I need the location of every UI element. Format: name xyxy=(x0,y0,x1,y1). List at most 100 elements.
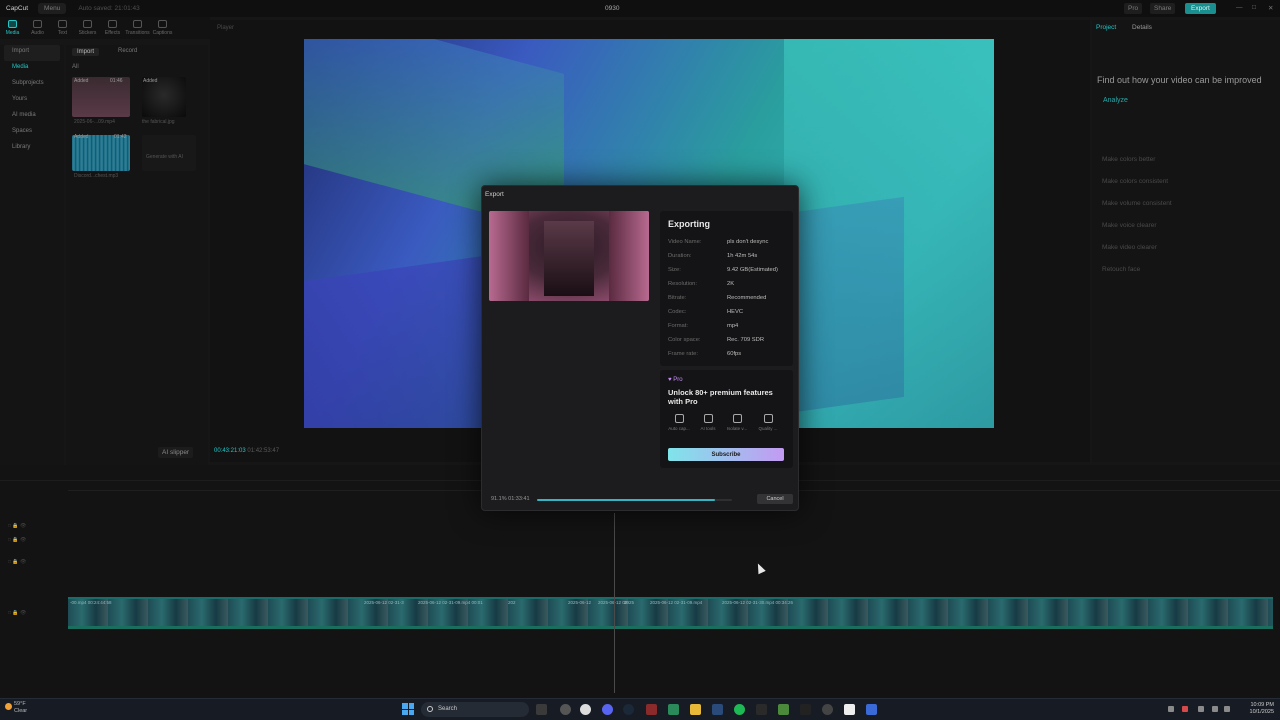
weather-widget[interactable]: 59°F Clear xyxy=(14,701,27,715)
app-icon[interactable] xyxy=(668,704,679,715)
duration: 01:46 xyxy=(110,78,123,84)
weather-icon[interactable] xyxy=(5,703,12,710)
filter-all[interactable]: All xyxy=(72,64,79,70)
project-title: 0930 xyxy=(605,5,620,12)
added-badge: Added xyxy=(74,78,89,84)
tray-app-icon[interactable] xyxy=(1198,706,1204,712)
pro-heading: Unlock 80+ premium features with Pro xyxy=(668,388,773,406)
taskbar-search[interactable]: Search xyxy=(421,702,529,717)
wifi-icon[interactable] xyxy=(1212,706,1218,712)
track-controls[interactable]: □ 🔒 👁 xyxy=(8,559,26,565)
auto-captions-icon xyxy=(674,414,684,423)
app-icon[interactable] xyxy=(646,704,657,715)
tray-app-icon[interactable] xyxy=(1182,706,1188,712)
chrome-icon[interactable] xyxy=(580,704,591,715)
video-track[interactable]: -00.mp4 00:24:44:58 2025-06-12 02-31-3 2… xyxy=(68,597,1273,629)
clip-label: 2025 xyxy=(624,600,635,605)
close-icon[interactable]: ✕ xyxy=(1268,4,1273,12)
feature-quality[interactable]: Quality ... xyxy=(755,414,781,431)
progress-fill xyxy=(537,499,715,501)
added-badge: Added xyxy=(74,134,89,140)
temperature: 59°F xyxy=(14,701,26,707)
audio-thumb[interactable] xyxy=(72,135,130,171)
nav-ai-media[interactable]: AI media xyxy=(4,109,60,125)
tab-effects[interactable]: Effects xyxy=(100,17,125,39)
share-button[interactable]: Share xyxy=(1150,3,1176,14)
task-view-icon[interactable] xyxy=(536,704,547,715)
pro-button[interactable]: Pro xyxy=(1124,3,1143,14)
export-button[interactable]: Export xyxy=(1185,3,1216,14)
tab-label: Stickers xyxy=(78,30,97,36)
media-panel: Import Record All Added 01:46 2025-06-..… xyxy=(66,45,208,465)
generate-ai-tile[interactable] xyxy=(142,135,196,171)
tab-details[interactable]: Details xyxy=(1132,24,1152,31)
playhead[interactable] xyxy=(614,513,615,693)
feature-auto-captions[interactable]: Auto cap... xyxy=(666,414,692,431)
nav-yours[interactable]: Yours xyxy=(4,93,60,109)
ai-slipper-button[interactable]: AI slipper xyxy=(158,447,194,458)
improve-item[interactable]: Make colors consistent xyxy=(1102,178,1272,185)
analyze-button[interactable]: Analyze xyxy=(1103,97,1128,104)
minimize-icon[interactable]: — xyxy=(1236,4,1243,11)
capcut-icon[interactable] xyxy=(844,704,855,715)
nav-library[interactable]: Library xyxy=(4,141,60,157)
tab-label: Captions xyxy=(152,30,173,36)
info-value: 9.42 GB(Estimated) xyxy=(727,267,778,273)
tab-label: Transitions xyxy=(125,30,150,36)
minecraft-icon[interactable] xyxy=(778,704,789,715)
import-button[interactable]: Import xyxy=(72,48,100,56)
app-icon[interactable] xyxy=(800,704,811,715)
tab-audio[interactable]: Audio xyxy=(25,17,50,39)
track-controls[interactable]: □ 🔒 👁 xyxy=(8,537,26,543)
nav-subprojects[interactable]: Subprojects xyxy=(4,77,60,93)
info-key: Frame rate: xyxy=(668,351,698,357)
nav-media[interactable]: Media xyxy=(4,61,60,77)
tab-media[interactable]: Media xyxy=(0,17,25,39)
right-panel: Project Details Find out how your video … xyxy=(1092,20,1280,462)
menu-button[interactable]: Menu xyxy=(38,3,67,14)
feature-label: Isolate v... xyxy=(726,426,748,431)
clock-date: 10/1/2025 xyxy=(1249,709,1274,715)
taskbar-clock[interactable]: 10:09 PM 10/1/2025 xyxy=(1238,702,1274,716)
app-icon[interactable] xyxy=(822,704,833,715)
cancel-button[interactable]: Cancel xyxy=(757,494,793,504)
export-preview-thumbnail xyxy=(489,211,649,301)
volume-icon[interactable] xyxy=(1224,706,1230,712)
app-icon[interactable] xyxy=(756,704,767,715)
improve-item[interactable]: Make volume consistent xyxy=(1102,200,1272,207)
media-caption: 2025-06-...09.mp4 xyxy=(74,119,115,125)
current-time: 00:43:21:03 xyxy=(214,448,246,454)
track-controls[interactable]: □ 🔒 👁 xyxy=(8,523,26,529)
spotify-icon[interactable] xyxy=(734,704,745,715)
tab-text[interactable]: Text xyxy=(50,17,75,39)
improve-item[interactable]: Make video clearer xyxy=(1102,244,1272,251)
app-icon[interactable] xyxy=(560,704,571,715)
improve-item[interactable]: Make colors better xyxy=(1102,156,1272,163)
discord-icon[interactable] xyxy=(602,704,613,715)
app-icon[interactable] xyxy=(866,704,877,715)
file-explorer-icon[interactable] xyxy=(690,704,701,715)
title-bar: CapCut Menu Auto saved: 21:01:43 0930 Pr… xyxy=(0,0,1280,17)
nav-spaces[interactable]: Spaces xyxy=(4,125,60,141)
tab-project[interactable]: Project xyxy=(1096,24,1116,31)
app-icon[interactable] xyxy=(712,704,723,715)
maximize-icon[interactable]: □ xyxy=(1252,4,1256,11)
windows-start-icon[interactable] xyxy=(402,703,414,715)
subscribe-button[interactable]: Subscribe xyxy=(668,448,784,461)
right-tabs: Project Details xyxy=(1096,24,1166,31)
improve-item[interactable]: Make voice clearer xyxy=(1102,222,1272,229)
feature-isolate-voice[interactable]: Isolate v... xyxy=(724,414,750,431)
media-caption: Discord...chest.mp3 xyxy=(74,173,119,179)
tab-stickers[interactable]: Stickers xyxy=(75,17,100,39)
track-controls[interactable]: □ 🔒 👁 xyxy=(8,610,26,616)
tab-transitions[interactable]: Transitions xyxy=(125,17,150,39)
record-button[interactable]: Record xyxy=(118,48,137,54)
info-key: Size: xyxy=(668,267,681,273)
tray-chevron-icon[interactable] xyxy=(1168,706,1174,712)
feature-ai-tools[interactable]: AI tools xyxy=(695,414,721,431)
nav-import[interactable]: Import xyxy=(4,45,60,61)
improve-item[interactable]: Retouch face xyxy=(1102,266,1272,273)
tab-captions[interactable]: Captions xyxy=(150,17,175,39)
sticker-icon xyxy=(83,20,92,28)
steam-icon[interactable] xyxy=(623,704,634,715)
